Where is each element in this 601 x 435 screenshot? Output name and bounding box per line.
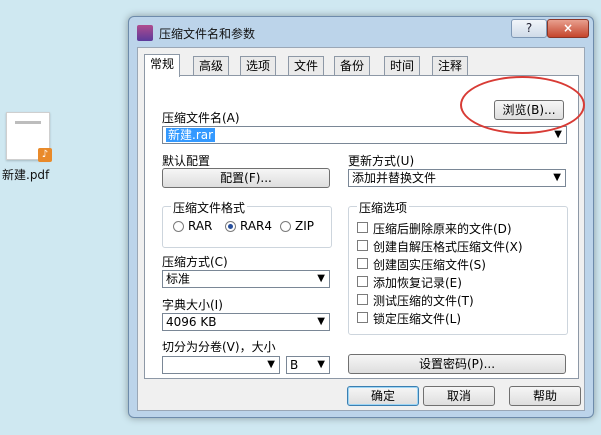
dialog-panel: 常规 高级 选项 文件 备份 时间 注释 压缩文件名(A) 浏览(B)... 新… <box>137 47 585 411</box>
archive-name-label: 压缩文件名(A) <box>162 111 240 125</box>
format-rar-radio[interactable] <box>173 221 184 232</box>
title-bar[interactable]: 压缩文件名和参数 ? × <box>129 17 593 47</box>
tab-options[interactable]: 选项 <box>240 56 277 76</box>
compression-method-select[interactable]: 标准 ▼ <box>162 270 330 288</box>
chevron-down-icon: ▼ <box>317 359 325 370</box>
format-zip-radio[interactable] <box>280 221 291 232</box>
dictionary-size-label: 字典大小(I) <box>162 298 223 312</box>
delete-files-label[interactable]: 压缩后删除原来的文件(D) <box>373 220 512 237</box>
chevron-down-icon: ▼ <box>267 359 275 370</box>
cancel-button[interactable]: 取消 <box>423 386 495 406</box>
solid-archive-checkbox[interactable] <box>357 258 368 269</box>
pdf-thumbnail-line <box>15 121 41 124</box>
help-button[interactable]: 帮助 <box>509 386 581 406</box>
format-rar4-radio[interactable] <box>225 221 236 232</box>
split-size-input[interactable]: ▼ <box>162 356 280 374</box>
update-mode-label: 更新方式(U) <box>348 154 415 168</box>
delete-files-checkbox[interactable] <box>357 222 368 233</box>
chevron-down-icon: ▼ <box>317 316 325 327</box>
browse-button[interactable]: 浏览(B)... <box>494 100 564 120</box>
lock-archive-label[interactable]: 锁定压缩文件(L) <box>373 310 461 327</box>
test-archive-checkbox[interactable] <box>357 294 368 305</box>
tab-files[interactable]: 文件 <box>288 56 325 76</box>
update-mode-value: 添加并替换文件 <box>352 171 437 185</box>
format-rar4-label[interactable]: RAR4 <box>240 219 272 233</box>
split-unit-select[interactable]: B ▼ <box>286 356 330 374</box>
winrar-app-icon <box>137 25 153 41</box>
sfx-label[interactable]: 创建自解压格式压缩文件(X) <box>373 238 523 255</box>
default-config-label: 默认配置 <box>162 154 211 168</box>
sfx-checkbox[interactable] <box>357 240 368 251</box>
recovery-record-label[interactable]: 添加恢复记录(E) <box>373 274 462 291</box>
pdf-app-icon: ♪ <box>38 148 52 162</box>
format-rar-label[interactable]: RAR <box>188 219 212 233</box>
compression-method-value: 标准 <box>166 272 191 286</box>
dictionary-size-value: 4096 KB <box>166 315 217 329</box>
set-password-button[interactable]: 设置密码(P)... <box>348 354 566 374</box>
tab-general[interactable]: 常规 <box>144 54 181 77</box>
compression-options-group: 压缩选项 压缩后删除原来的文件(D) 创建自解压格式压缩文件(X) 创建固实压缩… <box>348 199 568 335</box>
config-button[interactable]: 配置(F)... <box>162 168 330 188</box>
split-volume-label: 切分为分卷(V)，大小 <box>162 340 276 354</box>
split-unit-value: B <box>290 358 299 372</box>
ok-button[interactable]: 确定 <box>347 386 419 406</box>
recovery-record-checkbox[interactable] <box>357 276 368 287</box>
lock-archive-checkbox[interactable] <box>357 312 368 323</box>
archive-name-dialog: 压缩文件名和参数 ? × 常规 高级 选项 文件 备份 时间 注释 压缩文件名(… <box>128 16 594 418</box>
chevron-down-icon[interactable]: ▼ <box>554 127 562 143</box>
desktop-file-label: 新建.pdf <box>2 168 50 182</box>
update-mode-select[interactable]: 添加并替换文件 ▼ <box>348 169 566 187</box>
help-title-button[interactable]: ? <box>511 19 547 38</box>
archive-format-title: 压缩文件格式 <box>171 199 248 216</box>
general-tab-content: 压缩文件名(A) 浏览(B)... 新建.rar ▼ 默认配置 配置(F)...… <box>144 75 579 379</box>
close-button[interactable]: × <box>547 19 589 38</box>
chevron-down-icon: ▼ <box>553 172 561 183</box>
archive-name-input[interactable]: 新建.rar ▼ <box>162 126 567 144</box>
compression-method-label: 压缩方式(C) <box>162 255 228 269</box>
solid-archive-label[interactable]: 创建固实压缩文件(S) <box>373 256 486 273</box>
compression-options-title: 压缩选项 <box>357 199 410 216</box>
test-archive-label[interactable]: 测试压缩的文件(T) <box>373 292 474 309</box>
chevron-down-icon: ▼ <box>317 273 325 284</box>
dictionary-size-select[interactable]: 4096 KB ▼ <box>162 313 330 331</box>
tab-backup[interactable]: 备份 <box>334 56 371 76</box>
format-zip-label[interactable]: ZIP <box>295 219 314 233</box>
tab-advanced[interactable]: 高级 <box>193 56 230 76</box>
archive-name-value: 新建.rar <box>166 128 216 142</box>
tab-time[interactable]: 时间 <box>384 56 421 76</box>
tab-comment[interactable]: 注释 <box>432 56 469 76</box>
dialog-title: 压缩文件名和参数 <box>159 27 256 41</box>
archive-format-group: 压缩文件格式 RAR RAR4 ZIP <box>162 199 332 248</box>
